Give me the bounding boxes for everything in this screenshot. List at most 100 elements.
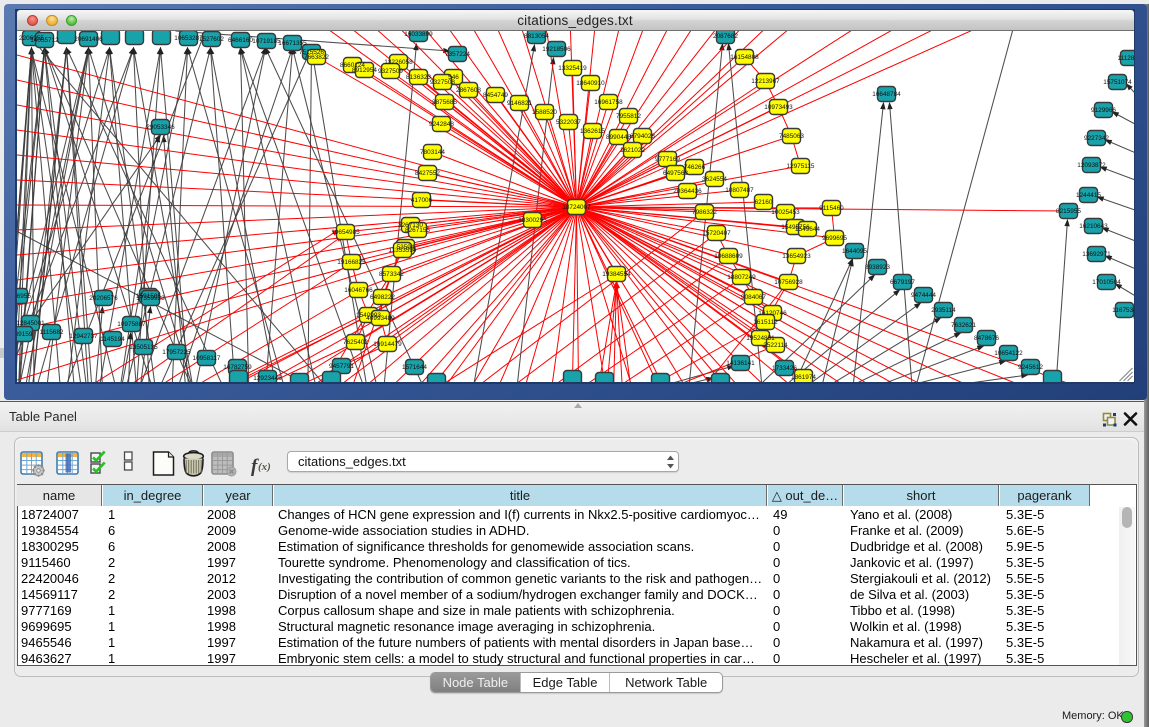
svg-text:20206576: 20206576 — [89, 295, 118, 302]
svg-text:10975887: 10975887 — [117, 321, 146, 328]
svg-text:19218506: 19218506 — [542, 46, 571, 53]
svg-text:8912954: 8912954 — [352, 67, 377, 74]
svg-text:14136141: 14136141 — [726, 360, 755, 367]
svg-text:6498222: 6498222 — [370, 294, 395, 301]
svg-text:12845001: 12845001 — [17, 320, 45, 327]
svg-text:20364436: 20364436 — [673, 188, 702, 195]
svg-text:19166825: 19166825 — [337, 259, 366, 266]
svg-text:15720407: 15720407 — [702, 230, 731, 237]
svg-text:1861974: 1861974 — [791, 374, 816, 381]
svg-text:12942737: 12942737 — [69, 333, 98, 340]
svg-text:13505135: 13505135 — [129, 344, 158, 351]
svg-text:16154808: 16154808 — [730, 54, 759, 61]
svg-text:10958117: 10958117 — [192, 355, 220, 362]
svg-text:1549644: 1549644 — [795, 226, 820, 233]
svg-text:2087682: 2087682 — [713, 33, 738, 40]
svg-text:6679197: 6679197 — [890, 279, 915, 286]
svg-text:18640910: 18640910 — [576, 80, 605, 87]
svg-text:7986322: 7986322 — [692, 209, 717, 216]
svg-text:2867608: 2867608 — [456, 87, 481, 94]
svg-text:13226058: 13226058 — [384, 59, 413, 66]
svg-text:7625402: 7625402 — [343, 339, 368, 346]
svg-text:10654122: 10654122 — [994, 350, 1023, 357]
svg-text:1112842: 1112842 — [1117, 55, 1133, 62]
svg-text:9129966: 9129966 — [1091, 107, 1116, 114]
svg-text:8267155: 8267155 — [405, 227, 430, 234]
svg-text:8573342: 8573342 — [379, 271, 404, 278]
svg-text:17957225: 17957225 — [162, 349, 191, 356]
svg-text:9457791: 9457791 — [329, 363, 354, 370]
svg-text:8427552: 8427552 — [415, 170, 440, 177]
svg-text:16648784: 16648784 — [872, 91, 901, 98]
svg-text:10973493: 10973493 — [764, 104, 793, 111]
svg-text:9242848: 9242848 — [429, 121, 454, 128]
svg-text:17359928: 17359928 — [136, 295, 165, 302]
svg-text:11353594: 11353594 — [388, 247, 416, 254]
svg-text:7485063: 7485063 — [779, 133, 804, 140]
svg-text:9084067: 9084067 — [741, 294, 766, 301]
svg-text:1167534: 1167534 — [1112, 307, 1134, 314]
svg-text:8938923: 8938923 — [865, 264, 890, 271]
svg-text:9245612: 9245612 — [1018, 364, 1043, 371]
svg-text:13692971: 13692971 — [1082, 251, 1111, 258]
svg-text:16671355: 16671355 — [278, 40, 307, 47]
svg-text:14055712: 14055712 — [30, 37, 59, 44]
svg-text:6497568: 6497568 — [663, 170, 688, 177]
svg-text:5322037: 5322037 — [556, 119, 581, 126]
svg-text:19654985: 19654985 — [331, 229, 360, 236]
svg-text:1362615: 1362615 — [580, 128, 605, 135]
svg-text:8813054: 8813054 — [524, 33, 549, 40]
svg-text:8215955: 8215955 — [1056, 208, 1081, 215]
svg-text:2935114: 2935114 — [931, 307, 956, 314]
svg-text:10719185: 10719185 — [252, 38, 281, 45]
svg-text:1115682: 1115682 — [39, 329, 63, 336]
svg-text:18724007: 18724007 — [562, 204, 591, 211]
svg-text:18300295: 18300295 — [518, 217, 547, 224]
svg-text:1244415: 1244415 — [1076, 192, 1101, 199]
svg-text:18807249: 18807249 — [727, 274, 756, 281]
svg-text:16782759: 16782759 — [223, 364, 252, 371]
svg-text:9115460: 9115460 — [819, 205, 844, 212]
svg-text:8136323: 8136323 — [406, 74, 431, 81]
svg-text:12093872: 12093872 — [1077, 162, 1106, 169]
svg-text:15751074: 15751074 — [1103, 79, 1132, 86]
svg-text:9474444: 9474444 — [911, 292, 936, 299]
svg-text:16961758: 16961758 — [594, 99, 623, 106]
svg-text:(x): (x) — [258, 461, 271, 473]
svg-text:1644095: 1644095 — [842, 248, 867, 255]
svg-text:12213967: 12213967 — [751, 78, 780, 85]
svg-text:40993489: 40993489 — [366, 315, 395, 322]
svg-text:1145194: 1145194 — [100, 336, 125, 343]
svg-text:12975115: 12975115 — [786, 163, 814, 170]
svg-text:9699695: 9699695 — [822, 235, 847, 242]
svg-text:7955812: 7955812 — [616, 113, 641, 120]
svg-text:1621022: 1621022 — [620, 147, 645, 154]
svg-text:1733426: 1733426 — [772, 365, 797, 372]
svg-text:20691406: 20691406 — [74, 36, 103, 43]
svg-text:29053346: 29053346 — [146, 124, 175, 131]
svg-text:16033809: 16033809 — [404, 31, 433, 38]
svg-text:16120746: 16120746 — [758, 310, 787, 317]
svg-text:417006: 417006 — [410, 197, 432, 204]
svg-text:1615112: 1615112 — [753, 319, 778, 326]
svg-text:9146821: 9146821 — [507, 100, 532, 107]
svg-text:8478676: 8478676 — [974, 335, 999, 342]
svg-text:7357224: 7357224 — [445, 51, 470, 58]
svg-text:16914479: 16914479 — [373, 341, 402, 348]
svg-text:19384554: 19384554 — [602, 271, 631, 278]
svg-text:10688609: 10688609 — [714, 253, 743, 260]
svg-text:39159: 39159 — [17, 331, 33, 338]
svg-text:16210643: 16210643 — [1079, 223, 1108, 230]
svg-text:7632621: 7632621 — [951, 322, 976, 329]
svg-text:62160: 62160 — [754, 199, 772, 206]
svg-text:2522114: 2522114 — [763, 342, 788, 349]
svg-text:13325419: 13325419 — [558, 65, 587, 72]
svg-text:8990448: 8990448 — [606, 134, 631, 141]
svg-text:2626955: 2626955 — [17, 293, 31, 300]
svg-text:9327508: 9327508 — [430, 79, 455, 86]
svg-text:1588520: 1588520 — [532, 109, 557, 116]
svg-text:6794028: 6794028 — [630, 133, 655, 140]
svg-text:10807487: 10807487 — [725, 187, 754, 194]
svg-text:1527602: 1527602 — [199, 36, 224, 43]
svg-text:6466160: 6466160 — [228, 37, 253, 44]
